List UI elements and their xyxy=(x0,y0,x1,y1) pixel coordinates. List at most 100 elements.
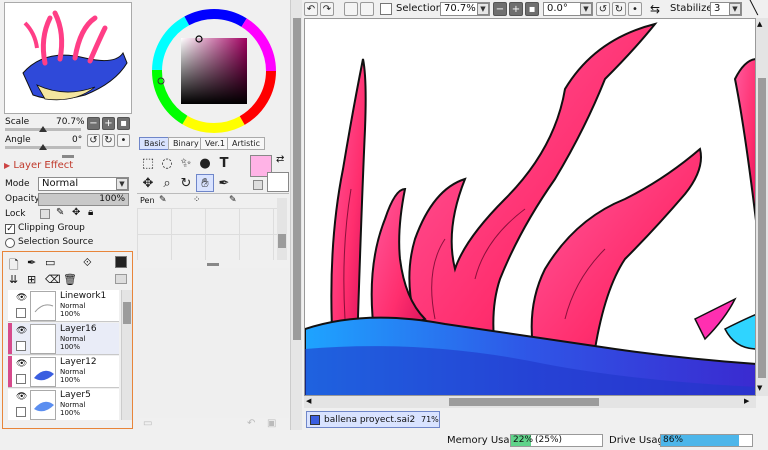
mode-select[interactable]: Normal ▼ xyxy=(38,177,129,191)
zoom-select[interactable]: 70.7% ▼ xyxy=(440,2,490,16)
opacity-slider[interactable]: 100% xyxy=(38,193,129,206)
transfer-down-icon[interactable]: ⇊ xyxy=(9,273,18,286)
selection-source-checkbox[interactable] xyxy=(5,238,15,248)
transparent-color-icon[interactable] xyxy=(253,180,263,190)
scrollbar-thumb[interactable] xyxy=(278,234,286,248)
brush-eraser-icon[interactable]: ✎ xyxy=(229,195,237,205)
eye-icon[interactable]: 👁︎ xyxy=(16,393,27,402)
undo-button[interactable]: ↶ xyxy=(304,2,318,16)
tab-basic[interactable]: Basic xyxy=(139,137,171,150)
new-linework-icon[interactable]: ✒ xyxy=(27,256,36,269)
brush-airbrush-icon[interactable]: ⁘ xyxy=(193,195,201,205)
layer-list-scrollbar[interactable] xyxy=(121,290,132,420)
eye-icon[interactable]: 👁︎ xyxy=(16,294,27,303)
rotate-ccw-button[interactable]: ↺ xyxy=(596,2,610,16)
eye-icon[interactable]: 👁︎ xyxy=(16,327,27,336)
text-tool-icon[interactable]: T xyxy=(215,154,233,172)
shape-icon[interactable]: ● xyxy=(196,154,214,172)
tab-binary[interactable]: Binary xyxy=(168,137,204,150)
rect-select-icon[interactable]: ⬚ xyxy=(139,154,157,172)
lock-move-icon[interactable]: ✥ xyxy=(72,207,80,218)
move-icon[interactable]: ✥ xyxy=(139,174,157,192)
flip-horizontal-icon[interactable]: ⇆ xyxy=(650,2,660,16)
layer-mask-icon[interactable] xyxy=(115,256,127,268)
scrollbar-thumb[interactable] xyxy=(449,398,599,406)
magic-wand-icon[interactable]: ✨︎ xyxy=(177,154,195,172)
layer-row[interactable]: 👁︎ Layer16 Normal 100% xyxy=(8,323,119,355)
lasso-icon[interactable]: ◌ xyxy=(158,154,176,172)
layer-select-checkbox[interactable] xyxy=(16,341,26,351)
rotate-left-button[interactable]: ↺ xyxy=(87,134,100,147)
rotate-icon[interactable]: ↻ xyxy=(177,174,195,192)
tab-artistic[interactable]: Artistic xyxy=(227,137,266,150)
scale-slider-thumb[interactable] xyxy=(39,126,47,132)
panel-resize-handle[interactable] xyxy=(62,155,74,158)
scale-slider[interactable] xyxy=(5,126,81,132)
lock-all-icon[interactable]: 🔒︎ xyxy=(88,207,93,218)
document-tab[interactable]: ballena proyect.sai2 71% xyxy=(306,411,440,428)
clipping-group-checkbox[interactable]: ✓ xyxy=(5,224,15,234)
canvas-vertical-scrollbar[interactable]: ▲ ▼ xyxy=(756,18,768,396)
invert-selection-button[interactable] xyxy=(360,2,374,16)
rotate-reset-button[interactable]: • xyxy=(117,134,130,147)
save-icon[interactable]: ▣ xyxy=(267,418,276,429)
angle-select[interactable]: 0.0° ▼ xyxy=(543,2,593,16)
navigator-preview[interactable] xyxy=(4,2,132,114)
selection-checkbox[interactable] xyxy=(380,3,392,15)
eyedropper-icon[interactable]: ✒ xyxy=(215,174,233,192)
zoom-fit-button[interactable]: ▪ xyxy=(525,2,539,16)
bottom-icon-left[interactable]: ▭ xyxy=(143,418,152,429)
panel-resize-handle[interactable] xyxy=(207,263,219,266)
panel-divider[interactable] xyxy=(290,0,302,430)
brush-pen-label[interactable]: Pen xyxy=(140,196,155,205)
rotate-cw-button[interactable]: ↻ xyxy=(612,2,626,16)
color-wheel[interactable] xyxy=(151,8,277,134)
rotate-reset-button[interactable]: • xyxy=(628,2,642,16)
layer-effect-header[interactable]: ▶ Layer Effect xyxy=(4,160,132,172)
angle-slider[interactable] xyxy=(5,144,81,150)
scroll-left-icon[interactable]: ◀ xyxy=(306,397,311,405)
stabilizer-select[interactable]: 3 ▼ xyxy=(710,2,742,16)
clear-layer-icon[interactable]: ⌫ xyxy=(45,273,61,286)
zoom-in-button[interactable]: + xyxy=(509,2,523,16)
layer-select-checkbox[interactable] xyxy=(16,308,26,318)
secondary-color-swatch[interactable] xyxy=(267,172,289,192)
layer-row[interactable]: 👁︎ Layer12 Normal 100% xyxy=(8,356,119,388)
layer-transform-icon[interactable]: ⟐ xyxy=(83,256,92,270)
merge-down-icon[interactable]: ⊞ xyxy=(27,273,36,286)
brush-list-scrollbar[interactable] xyxy=(277,198,287,260)
canvas-area[interactable] xyxy=(304,18,756,396)
scrollbar-thumb[interactable] xyxy=(758,78,766,378)
scroll-down-icon[interactable]: ▼ xyxy=(757,384,762,392)
swap-colors-icon[interactable]: ⇄ xyxy=(276,154,284,165)
new-folder-icon[interactable]: ▭ xyxy=(45,256,55,269)
redo-button[interactable]: ↷ xyxy=(320,2,334,16)
layer-row[interactable]: 👁︎ Linework1 Normal 100% xyxy=(8,290,119,322)
canvas-horizontal-scrollbar[interactable]: ◀ ▶ xyxy=(304,396,756,408)
zoom-in-button[interactable]: + xyxy=(102,117,115,130)
scroll-right-icon[interactable]: ▶ xyxy=(744,397,749,405)
trash-icon[interactable]: 🗑︎ xyxy=(63,273,77,286)
layer-select-checkbox[interactable] xyxy=(16,374,26,384)
brush-pen-icon[interactable]: ✎ xyxy=(159,195,167,205)
scroll-up-icon[interactable]: ▲ xyxy=(757,20,762,28)
layer-settings-icon[interactable] xyxy=(115,274,127,284)
zoom-out-button[interactable]: − xyxy=(87,117,100,130)
eye-icon[interactable]: 👁︎ xyxy=(16,360,27,369)
scrollbar-thumb[interactable] xyxy=(293,18,301,340)
layer-row[interactable]: 👁︎ Layer5 Normal 100% xyxy=(8,389,119,420)
zoom-out-button[interactable]: − xyxy=(493,2,507,16)
layer-select-checkbox[interactable] xyxy=(16,407,26,417)
tab-ver1[interactable]: Ver.1 xyxy=(200,137,230,150)
hand-icon[interactable]: ✋︎ xyxy=(196,174,214,192)
lock-paint-icon[interactable]: ✎ xyxy=(56,207,64,218)
rotate-right-button[interactable]: ↻ xyxy=(102,134,115,147)
line-tool-icon[interactable]: ╲ xyxy=(750,1,758,16)
zoom-reset-button[interactable]: ▪ xyxy=(117,117,130,130)
angle-slider-thumb[interactable] xyxy=(39,144,47,150)
scrollbar-thumb[interactable] xyxy=(123,302,131,324)
deselect-button[interactable] xyxy=(344,2,358,16)
undo-icon[interactable]: ↶ xyxy=(247,418,255,429)
zoom-icon[interactable]: ⌕ xyxy=(158,174,176,192)
lock-transparency-icon[interactable] xyxy=(40,209,50,219)
